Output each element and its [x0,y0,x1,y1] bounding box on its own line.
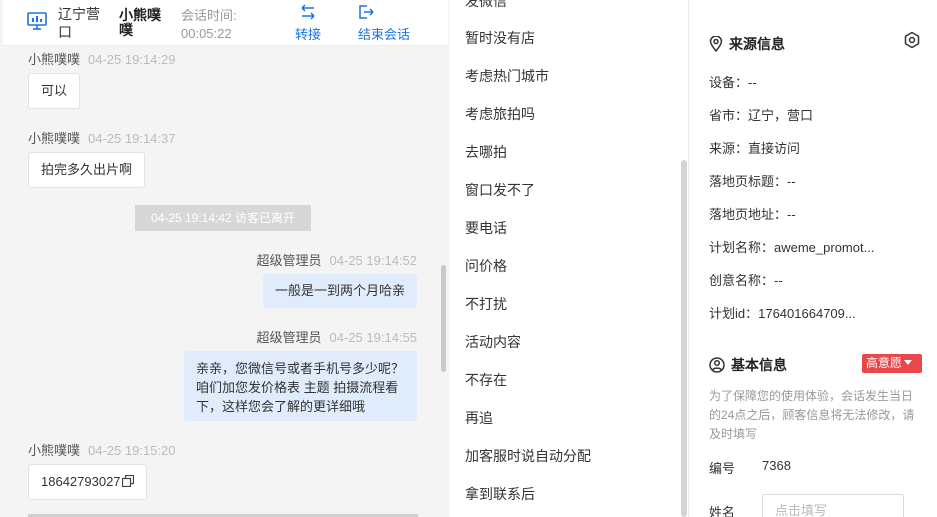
caret-down-icon [904,360,913,365]
message-time: 04-25 19:14:52 [329,253,417,268]
message-meta: 小熊噗噗 04-25 19:14:29 [28,49,175,68]
source-info-title-text: 来源信息 [729,36,785,52]
chat-scrollbar[interactable] [441,265,446,372]
user-circle-icon [709,357,725,373]
copy-icon[interactable] [121,466,134,488]
quick-reply-item[interactable]: 加客服时说自动分配 [465,446,591,466]
info-plan-id: 计划id：176401664709... [709,306,856,321]
name-input[interactable] [762,494,904,517]
transfer-button[interactable]: 转接 [291,4,325,43]
info-landing-url: 落地页地址：-- [709,207,796,222]
message-sender: 超级管理员 [256,330,322,345]
basic-info-title-text: 基本信息 [731,357,787,373]
intent-level-dropdown[interactable]: 高意愿 [862,354,922,373]
info-device: 设备：-- [709,75,757,90]
quick-reply-scrollbar[interactable] [681,160,687,517]
session-time-value: 00:05:22 [181,26,232,41]
chat-panel: 小熊噗噗 04-25 19:14:29 可以 小熊噗噗 04-25 19:14:37… [0,0,449,517]
agent-message-bubble: 一般是一到两个月哈亲 [262,274,417,308]
visitor-info-panel: 来源信息 设备：-- 省市：辽宁，营口 来源：直接访问 落地页标题：-- 落地页… [690,0,937,517]
agent-message-bubble: 亲亲，您微信号或者手机号多少呢？咱们加您发价格表 主题 拍摄流程看下，这样您会了… [184,351,417,421]
quick-reply-item[interactable]: 拿到联系后 [465,484,535,504]
info-region: 省市：辽宁，营口 [709,108,814,123]
quick-reply-item[interactable]: 考虑热门城市 [465,66,549,86]
quick-reply-item[interactable]: 问价格 [465,256,507,276]
basic-info-title: 基本信息 [709,355,787,375]
session-time-label: 会话时间: [181,8,237,23]
quick-reply-item[interactable]: 活动内容 [465,332,521,352]
chat-header: 辽宁营口 小熊噗噗 会话时间: 00:05:22 转接 结束会话 [3,0,448,46]
visitor-name: 小熊噗噗 [119,7,161,38]
quick-reply-item[interactable]: 不打扰 [465,294,507,314]
quick-reply-item[interactable]: 要电话 [465,218,507,238]
name-label: 姓名 [709,505,736,517]
intent-level-label: 高意愿 [866,356,903,370]
exit-icon [359,5,374,19]
message-sender: 小熊噗噗 [28,443,81,458]
quick-reply-item[interactable]: 窗口发不了 [465,180,535,200]
message-time: 04-25 19:14:29 [88,52,176,67]
source-info-title: 来源信息 [709,34,785,54]
message-time: 04-25 19:14:37 [88,131,176,146]
location-pin-icon [709,35,723,53]
message-sender: 小熊噗噗 [28,52,81,67]
message-meta: 小熊噗噗 04-25 19:15:20 [28,440,175,459]
quick-reply-item[interactable]: 去哪拍 [465,142,507,162]
quick-reply-item[interactable]: 发微信 [465,0,507,11]
quick-reply-item[interactable]: 考虑旅拍吗 [465,104,535,124]
quick-reply-item[interactable]: 暂时没有店 [465,28,535,48]
visitor-message-bubble: 18642793027 [28,464,147,500]
message-meta: 小熊噗噗 04-25 19:14:37 [28,128,175,147]
end-session-label: 结束会话 [358,27,411,42]
info-landing-title: 落地页标题：-- [709,174,796,189]
message-sender: 小熊噗噗 [28,131,81,146]
id-value: 7368 [762,458,791,473]
quick-reply-panel: 发微信 暂时没有店 考虑热门城市 考虑旅拍吗 去哪拍 窗口发不了 要电话 问价格… [449,0,689,517]
settings-icon[interactable] [903,31,921,49]
edit-notice-text: 为了保障您的使用体验，会话发生当日的24点之后，顾客信息将无法修改，请及时填写 [709,389,915,441]
quick-reply-item[interactable]: 不存在 [465,370,507,390]
phone-number-text: 18642793027 [41,474,121,489]
message-meta: 超级管理员 04-25 19:14:52 [257,250,417,269]
monitor-icon [27,12,47,30]
id-label: 编号 [709,461,736,476]
quick-reply-item[interactable]: 再追 [465,408,493,428]
message-time: 04-25 19:14:55 [329,330,417,345]
visitor-message-bubble: 可以 [28,73,81,109]
transfer-icon [301,4,315,20]
message-meta: 超级管理员 04-25 19:14:55 [257,327,417,346]
visitor-message-bubble: 拍完多久出片啊 [28,152,146,188]
message-sender: 超级管理员 [256,253,322,268]
info-source: 来源：直接访问 [709,141,801,156]
info-plan-name: 计划名称：aweme_promot... [709,240,875,255]
end-session-button[interactable]: 结束会话 [358,4,418,43]
system-tip-visitor-left: 04-25 19:14:42 访客已离开 [135,205,311,231]
transfer-label: 转接 [294,27,321,42]
visitor-location: 辽宁营口 [58,6,100,40]
message-time: 04-25 19:15:20 [88,443,176,458]
info-creative-name: 创意名称：-- [709,273,783,288]
